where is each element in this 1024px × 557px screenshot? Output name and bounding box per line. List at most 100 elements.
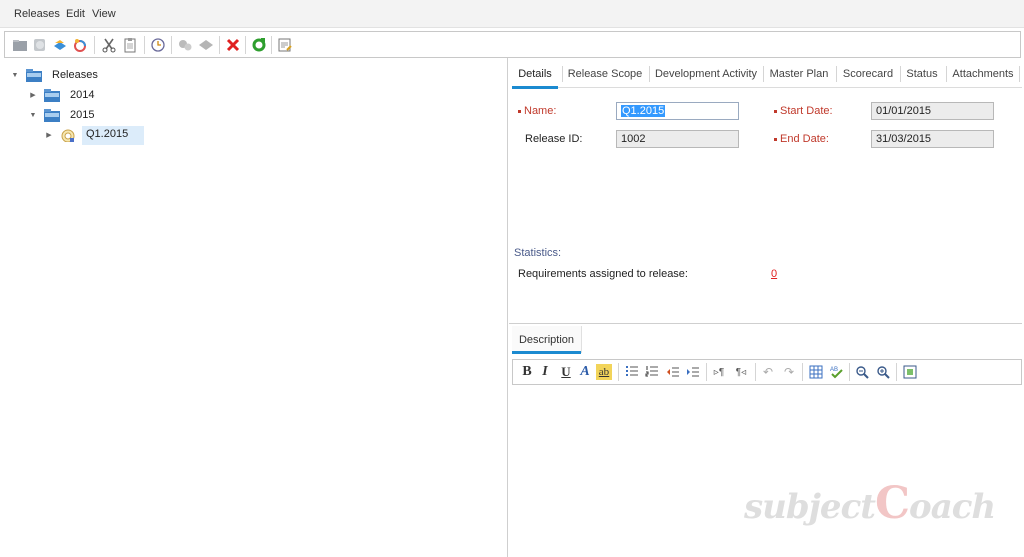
table-icon bbox=[809, 365, 823, 379]
tab-separator bbox=[900, 66, 901, 82]
insert-table-button[interactable] bbox=[808, 364, 824, 380]
delete-icon bbox=[226, 38, 240, 52]
new-cycle-icon bbox=[54, 40, 66, 50]
bold-button[interactable]: B bbox=[519, 364, 535, 380]
numbered-list-button[interactable] bbox=[644, 364, 660, 380]
tree-node-2014[interactable]: ▶ 2014 bbox=[28, 86, 98, 104]
redo-icon: ↷ bbox=[783, 365, 795, 379]
chevron-down-icon[interactable]: ▼ bbox=[28, 110, 38, 120]
toolbar-separator bbox=[171, 36, 172, 54]
required-marker bbox=[774, 109, 777, 113]
folder-icon bbox=[44, 108, 60, 122]
redo-button[interactable]: ↷ bbox=[781, 364, 797, 380]
tree-node-2015[interactable]: ▼ 2015 bbox=[28, 106, 98, 124]
release-tree-pane: ▼ Releases ▶ 2014 ▼ 2015 ▶ Q1.2015 bbox=[0, 58, 508, 557]
schedule-button[interactable] bbox=[150, 37, 166, 53]
release-id-field[interactable]: 1002 bbox=[616, 130, 739, 148]
toolbar-separator bbox=[94, 36, 95, 54]
chevron-right-icon[interactable]: ▶ bbox=[28, 90, 38, 100]
menu-bar: Releases Edit View bbox=[0, 0, 1024, 28]
statistics-heading: Statistics: bbox=[514, 247, 562, 259]
paste-button[interactable] bbox=[122, 37, 138, 53]
highlight-button[interactable]: ab bbox=[596, 364, 612, 380]
ltr-button[interactable]: ▹¶ bbox=[711, 364, 727, 380]
italic-button[interactable]: I bbox=[537, 364, 553, 380]
rtl-icon: ¶◃ bbox=[735, 366, 747, 378]
bullet-list-icon bbox=[626, 366, 638, 376]
toolbar-separator bbox=[144, 36, 145, 54]
tree-label: Releases bbox=[52, 69, 98, 81]
increase-indent-button[interactable] bbox=[685, 364, 701, 380]
rich-text-toolbar: B I U A ab ▹¶ ¶◃ ↶ ↷ AB bbox=[512, 359, 1022, 385]
name-field[interactable]: Q1.2015 bbox=[616, 102, 739, 120]
folder-icon bbox=[44, 88, 60, 102]
toolbar-separator bbox=[219, 36, 220, 54]
zoom-out-button[interactable] bbox=[854, 364, 870, 380]
end-date-field[interactable]: 31/03/2015 bbox=[871, 130, 994, 148]
name-label: Name: bbox=[518, 105, 556, 117]
new-release-icon bbox=[34, 39, 45, 51]
refresh-icon bbox=[252, 38, 266, 52]
toolbar-separator bbox=[849, 363, 850, 381]
refresh-button[interactable] bbox=[251, 37, 267, 53]
underline-button[interactable]: U bbox=[558, 364, 574, 380]
assign-button[interactable] bbox=[72, 37, 88, 53]
tab-description[interactable]: Description bbox=[512, 326, 582, 354]
required-marker bbox=[518, 109, 521, 113]
tab-development-activity[interactable]: Development Activity bbox=[654, 60, 758, 88]
tab-details[interactable]: Details bbox=[512, 60, 558, 89]
menu-edit[interactable]: Edit bbox=[66, 8, 85, 20]
start-date-field[interactable]: 01/01/2015 bbox=[871, 102, 994, 120]
requirements-assigned-label: Requirements assigned to release: bbox=[518, 268, 688, 280]
chevron-down-icon[interactable]: ▼ bbox=[10, 70, 20, 80]
increase-indent-icon bbox=[687, 367, 699, 377]
details-tab-bar: Details Release Scope Development Activi… bbox=[512, 60, 1022, 89]
tag-icon bbox=[199, 40, 213, 50]
tree-node-releases[interactable]: ▼ Releases bbox=[10, 66, 102, 84]
tag-button[interactable] bbox=[198, 37, 214, 53]
tab-status[interactable]: Status bbox=[904, 60, 940, 88]
required-marker bbox=[774, 137, 777, 141]
tree-label: Q1.2015 bbox=[82, 125, 144, 145]
zoom-in-icon bbox=[877, 366, 890, 379]
pane-divider[interactable] bbox=[509, 323, 1022, 324]
requirements-assigned-link[interactable]: 0 bbox=[771, 268, 777, 280]
zoom-out-icon bbox=[856, 366, 869, 379]
menu-view[interactable]: View bbox=[92, 8, 116, 20]
tree-node-q1-2015[interactable]: ▶ Q1.2015 bbox=[44, 125, 144, 145]
spell-check-button[interactable]: AB bbox=[828, 364, 844, 380]
gear-group-button[interactable] bbox=[177, 37, 193, 53]
toolbar-separator bbox=[706, 363, 707, 381]
edit-note-button[interactable] bbox=[277, 37, 293, 53]
undo-button[interactable]: ↶ bbox=[760, 364, 776, 380]
tab-scorecard[interactable]: Scorecard bbox=[841, 60, 895, 88]
tab-release-scope[interactable]: Release Scope bbox=[566, 60, 644, 88]
edit-note-icon bbox=[278, 38, 292, 52]
folder-icon bbox=[26, 68, 42, 82]
rtl-button[interactable]: ¶◃ bbox=[733, 364, 749, 380]
new-release-button[interactable] bbox=[32, 37, 48, 53]
new-folder-button[interactable] bbox=[12, 37, 28, 53]
tab-master-plan[interactable]: Master Plan bbox=[767, 60, 831, 88]
tab-attachments[interactable]: Attachments bbox=[951, 60, 1015, 88]
delete-button[interactable] bbox=[225, 37, 241, 53]
release-cycle-icon bbox=[61, 129, 75, 142]
bullet-list-button[interactable] bbox=[624, 364, 640, 380]
tab-separator bbox=[562, 66, 563, 82]
fullscreen-button[interactable] bbox=[902, 364, 918, 380]
cut-button[interactable] bbox=[101, 37, 117, 53]
undo-icon: ↶ bbox=[762, 365, 774, 379]
start-date-label: Start Date: bbox=[774, 105, 833, 117]
end-date-label: End Date: bbox=[774, 133, 829, 145]
fullscreen-icon bbox=[903, 365, 917, 379]
zoom-in-button[interactable] bbox=[875, 364, 891, 380]
menu-releases[interactable]: Releases bbox=[14, 8, 60, 20]
toolbar-separator bbox=[618, 363, 619, 381]
watermark-logo: subjectCoach bbox=[744, 478, 996, 529]
new-folder-icon bbox=[13, 40, 27, 51]
decrease-indent-button[interactable] bbox=[665, 364, 681, 380]
chevron-right-icon[interactable]: ▶ bbox=[44, 130, 54, 140]
font-color-button[interactable]: A bbox=[577, 364, 593, 380]
new-cycle-button[interactable] bbox=[52, 37, 68, 53]
toolbar-separator bbox=[755, 363, 756, 381]
